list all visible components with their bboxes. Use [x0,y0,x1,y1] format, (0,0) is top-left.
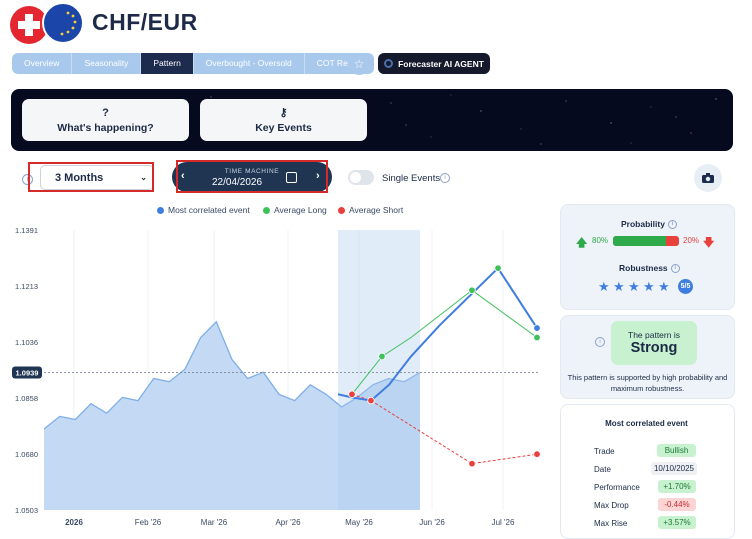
question-icon: ? [102,106,109,119]
tab-pattern[interactable]: Pattern [141,53,194,74]
probability-up: 80% [592,236,609,245]
star-icon: ★ [628,279,640,294]
forecaster-agent-button[interactable]: Forecaster AI AGENT [378,53,490,74]
x-tick-label: 2026 [65,518,83,527]
x-tick-label: May '26 [345,518,373,527]
correlated-event-title: Most correlated event [605,419,688,428]
probability-bar [613,236,679,246]
x-tick-label: Jul '26 [492,518,515,527]
legend-swatch [263,206,270,214]
whats-happening-card[interactable]: ? What's happening? [22,99,189,141]
row-label: Performance [594,483,640,492]
tab-overview[interactable]: Overview [12,53,73,74]
row-label: Date [594,465,611,474]
single-events-label: Single Events [382,173,441,184]
screenshot-button[interactable] [694,164,722,192]
date-badge: 10/10/2025 [651,462,697,475]
y-tick-label: 1.0680 [15,450,38,459]
x-tick-label: Apr '26 [275,518,301,527]
pattern-description: This pattern is supported by high probab… [567,373,728,393]
data-point [468,286,476,294]
row-label: Max Rise [594,519,628,528]
data-point [468,459,476,468]
info-icon[interactable]: i [595,337,605,347]
legend-item[interactable]: Average Short [338,205,403,215]
star-icon: ★ [658,279,670,294]
whats-happening-label: What's happening? [57,121,154,134]
arrow-down-icon: 🡇 [703,237,715,249]
probability-down: 20% [683,236,700,245]
pattern-strength-caption: The pattern is [628,330,680,340]
y-tick-label: 1.0503 [15,506,38,515]
legend-label: Most correlated event [168,205,250,215]
data-point [533,324,541,332]
price-chart[interactable]: 1.1391 1.1213 1.1036 1.0858 1.0680 1.0503 2026… [0,218,550,537]
data-point [367,396,375,405]
row-label: Max Drop [594,501,629,510]
tab-overbought-oversold[interactable]: Overbought - Oversold [194,53,305,74]
banner: ? What's happening? ⚷ Key Events [11,89,733,151]
key-events-label: Key Events [255,121,312,134]
x-tick-label: Feb '26 [135,518,162,527]
camera-icon [702,173,714,183]
key-icon: ⚷ [279,106,288,119]
max-drop-badge: -0.44% [658,498,696,511]
key-events-card[interactable]: ⚷ Key Events [200,99,367,141]
legend-item[interactable]: Average Long [263,205,327,215]
highlight-box [176,160,328,193]
star-icon: ★ [598,279,610,294]
info-icon: i [667,220,677,230]
y-tick-label: 1.1391 [15,226,38,235]
tab-bar: Overview Seasonality Pattern Overbought … [12,53,375,74]
row-label: Trade [594,447,615,456]
trade-badge: Bullish [657,444,696,457]
data-point [494,264,502,272]
x-tick-label: Jun '26 [419,518,445,527]
pattern-strength-value: Strong [630,340,678,356]
data-point [533,450,541,458]
legend-swatch [338,206,345,214]
legend-label: Average Long [274,205,327,215]
robustness-score: 5/5 [678,279,693,294]
max-rise-badge: +3.57% [658,516,696,529]
current-value-label: 1.0939 [16,369,39,378]
agent-icon [384,59,394,68]
eu-flag-icon [42,2,84,44]
toggle-knob [350,172,361,183]
y-tick-label: 1.1213 [15,282,38,291]
star-icon: ☆ [353,57,365,71]
highlight-box [28,162,154,192]
tab-seasonality[interactable]: Seasonality [72,53,142,74]
data-point [348,390,356,398]
performance-badge: +1.70% [658,480,696,493]
legend-swatch [157,206,164,214]
info-icon[interactable]: i [440,173,450,183]
info-icon: i [670,264,680,274]
star-icon: ★ [643,279,655,294]
data-point [378,352,386,361]
agent-button-label: Forecaster AI AGENT [398,58,484,69]
star-icon: ★ [613,279,625,294]
single-events-toggle[interactable] [348,170,374,185]
robustness-label: Robustness i [619,263,680,274]
legend-label: Average Short [349,205,404,215]
probability-fill [613,236,666,246]
y-tick-label: 1.0858 [15,394,38,403]
y-tick-label: 1.1036 [15,338,38,347]
legend-item[interactable]: Most correlated event [157,205,250,215]
pattern-window [338,230,420,510]
x-tick-label: Mar '26 [201,518,228,527]
page-title: CHF/EUR [92,9,198,35]
data-point [533,333,541,342]
pattern-strength-badge: The pattern is Strong [611,321,697,365]
favorite-button[interactable]: ☆ [348,53,370,75]
arrow-up-icon: 🡅 [576,237,588,249]
probability-label: Probability i [621,219,677,230]
